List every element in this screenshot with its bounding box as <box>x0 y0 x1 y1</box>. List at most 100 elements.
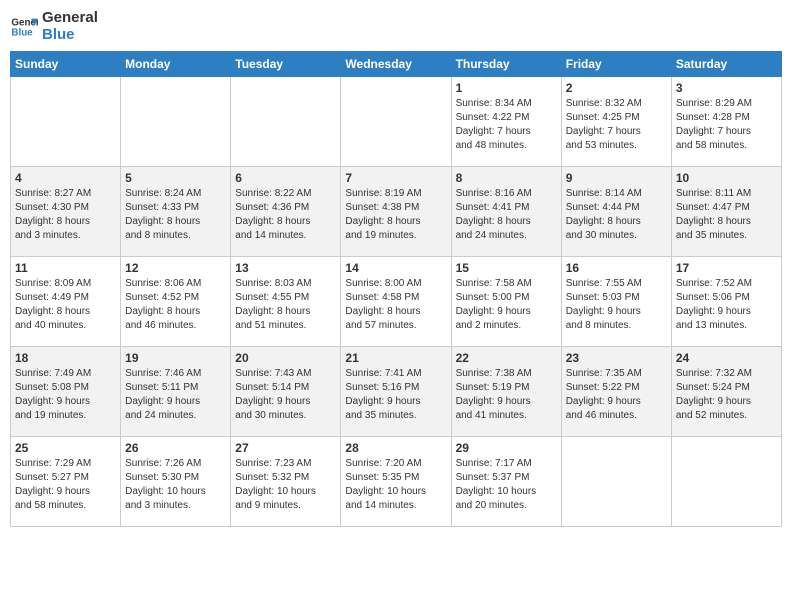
day-info: Sunrise: 8:09 AM Sunset: 4:49 PM Dayligh… <box>15 277 116 333</box>
day-info: Sunrise: 8:27 AM Sunset: 4:30 PM Dayligh… <box>15 187 116 243</box>
week-row-2: 11 Sunrise: 8:09 AM Sunset: 4:49 PM Dayli… <box>11 257 782 347</box>
day-number: 16 <box>566 261 667 275</box>
day-info: Sunrise: 7:26 AM Sunset: 5:30 PM Dayligh… <box>125 457 226 513</box>
logo-icon: General Blue <box>10 13 38 41</box>
calendar-cell: 10Sunrise: 8:11 AM Sunset: 4:47 PM Dayli… <box>671 167 781 257</box>
calendar-cell <box>231 77 341 167</box>
calendar-cell: 19 Sunrise: 7:46 AM Sunset: 5:11 PM Dayli… <box>121 347 231 437</box>
calendar-cell: 22Sunrise: 7:38 AM Sunset: 5:19 PM Dayli… <box>451 347 561 437</box>
day-info: Sunrise: 8:14 AM Sunset: 4:44 PM Dayligh… <box>566 187 667 243</box>
day-number: 22 <box>456 351 557 365</box>
calendar-cell: 13Sunrise: 8:03 AM Sunset: 4:55 PM Dayli… <box>231 257 341 347</box>
calendar-cell: 25 Sunrise: 7:29 AM Sunset: 5:27 PM Dayli… <box>11 437 121 527</box>
calendar-cell: 17 Sunrise: 7:52 AM Sunset: 5:06 PM Dayli… <box>671 257 781 347</box>
header-day-tuesday: Tuesday <box>231 52 341 77</box>
calendar-cell: 21 Sunrise: 7:41 AM Sunset: 5:16 PM Dayli… <box>341 347 451 437</box>
header-day-wednesday: Wednesday <box>341 52 451 77</box>
logo: General Blue General Blue <box>10 10 98 43</box>
day-info: Sunrise: 8:16 AM Sunset: 4:41 PM Dayligh… <box>456 187 557 243</box>
day-number: 18 <box>15 351 116 365</box>
calendar-cell: 1 Sunrise: 8:34 AM Sunset: 4:22 PM Daylig… <box>451 77 561 167</box>
calendar-cell: 4 Sunrise: 8:27 AM Sunset: 4:30 PM Daylig… <box>11 167 121 257</box>
day-number: 23 <box>566 351 667 365</box>
calendar-cell: 27Sunrise: 7:23 AM Sunset: 5:32 PM Dayli… <box>231 437 341 527</box>
calendar-cell: 14 Sunrise: 8:00 AM Sunset: 4:58 PM Dayli… <box>341 257 451 347</box>
calendar-cell: 5Sunrise: 8:24 AM Sunset: 4:33 PM Daylig… <box>121 167 231 257</box>
day-number: 11 <box>15 261 116 275</box>
day-info: Sunrise: 7:55 AM Sunset: 5:03 PM Dayligh… <box>566 277 667 333</box>
calendar-cell: 24 Sunrise: 7:32 AM Sunset: 5:24 PM Dayli… <box>671 347 781 437</box>
calendar-cell: 16 Sunrise: 7:55 AM Sunset: 5:03 PM Dayli… <box>561 257 671 347</box>
day-number: 6 <box>235 171 336 185</box>
calendar-header: SundayMondayTuesdayWednesdayThursdayFrid… <box>11 52 782 77</box>
header-day-friday: Friday <box>561 52 671 77</box>
day-info: Sunrise: 8:06 AM Sunset: 4:52 PM Dayligh… <box>125 277 226 333</box>
day-info: Sunrise: 7:46 AM Sunset: 5:11 PM Dayligh… <box>125 367 226 423</box>
day-info: Sunrise: 7:20 AM Sunset: 5:35 PM Dayligh… <box>345 457 446 513</box>
week-row-3: 18 Sunrise: 7:49 AM Sunset: 5:08 PM Dayli… <box>11 347 782 437</box>
svg-text:Blue: Blue <box>11 27 33 38</box>
day-number: 1 <box>456 81 557 95</box>
header-day-saturday: Saturday <box>671 52 781 77</box>
day-number: 4 <box>15 171 116 185</box>
calendar-cell: 26 Sunrise: 7:26 AM Sunset: 5:30 PM Dayli… <box>121 437 231 527</box>
day-info: Sunrise: 8:34 AM Sunset: 4:22 PM Dayligh… <box>456 97 557 153</box>
calendar-cell <box>121 77 231 167</box>
calendar-cell: 23 Sunrise: 7:35 AM Sunset: 5:22 PM Dayli… <box>561 347 671 437</box>
day-info: Sunrise: 8:22 AM Sunset: 4:36 PM Dayligh… <box>235 187 336 243</box>
day-number: 24 <box>676 351 777 365</box>
calendar-cell: 18 Sunrise: 7:49 AM Sunset: 5:08 PM Dayli… <box>11 347 121 437</box>
day-number: 29 <box>456 441 557 455</box>
header: General Blue General Blue <box>10 10 782 43</box>
day-number: 7 <box>345 171 446 185</box>
calendar-table: SundayMondayTuesdayWednesdayThursdayFrid… <box>10 51 782 527</box>
day-info: Sunrise: 7:35 AM Sunset: 5:22 PM Dayligh… <box>566 367 667 423</box>
day-info: Sunrise: 7:52 AM Sunset: 5:06 PM Dayligh… <box>676 277 777 333</box>
day-info: Sunrise: 7:17 AM Sunset: 5:37 PM Dayligh… <box>456 457 557 513</box>
calendar-cell <box>561 437 671 527</box>
day-info: Sunrise: 8:19 AM Sunset: 4:38 PM Dayligh… <box>345 187 446 243</box>
day-number: 12 <box>125 261 226 275</box>
header-day-thursday: Thursday <box>451 52 561 77</box>
calendar-cell: 12 Sunrise: 8:06 AM Sunset: 4:52 PM Dayli… <box>121 257 231 347</box>
day-number: 19 <box>125 351 226 365</box>
day-number: 25 <box>15 441 116 455</box>
day-info: Sunrise: 7:32 AM Sunset: 5:24 PM Dayligh… <box>676 367 777 423</box>
day-number: 27 <box>235 441 336 455</box>
day-info: Sunrise: 8:24 AM Sunset: 4:33 PM Dayligh… <box>125 187 226 243</box>
calendar-cell: 11 Sunrise: 8:09 AM Sunset: 4:49 PM Dayli… <box>11 257 121 347</box>
calendar-cell: 8Sunrise: 8:16 AM Sunset: 4:41 PM Daylig… <box>451 167 561 257</box>
week-row-4: 25 Sunrise: 7:29 AM Sunset: 5:27 PM Dayli… <box>11 437 782 527</box>
day-info: Sunrise: 7:49 AM Sunset: 5:08 PM Dayligh… <box>15 367 116 423</box>
day-info: Sunrise: 8:03 AM Sunset: 4:55 PM Dayligh… <box>235 277 336 333</box>
day-number: 17 <box>676 261 777 275</box>
calendar-cell: 29 Sunrise: 7:17 AM Sunset: 5:37 PM Dayli… <box>451 437 561 527</box>
calendar-cell: 15Sunrise: 7:58 AM Sunset: 5:00 PM Dayli… <box>451 257 561 347</box>
day-number: 14 <box>345 261 446 275</box>
day-info: Sunrise: 7:29 AM Sunset: 5:27 PM Dayligh… <box>15 457 116 513</box>
calendar-cell: 3 Sunrise: 8:29 AM Sunset: 4:28 PM Daylig… <box>671 77 781 167</box>
calendar-cell: 9 Sunrise: 8:14 AM Sunset: 4:44 PM Daylig… <box>561 167 671 257</box>
header-row: SundayMondayTuesdayWednesdayThursdayFrid… <box>11 52 782 77</box>
calendar-cell <box>11 77 121 167</box>
calendar-cell: 28 Sunrise: 7:20 AM Sunset: 5:35 PM Dayli… <box>341 437 451 527</box>
day-number: 21 <box>345 351 446 365</box>
day-info: Sunrise: 7:58 AM Sunset: 5:00 PM Dayligh… <box>456 277 557 333</box>
calendar-cell <box>671 437 781 527</box>
calendar-cell <box>341 77 451 167</box>
day-number: 9 <box>566 171 667 185</box>
day-info: Sunrise: 7:43 AM Sunset: 5:14 PM Dayligh… <box>235 367 336 423</box>
day-number: 10 <box>676 171 777 185</box>
day-info: Sunrise: 7:41 AM Sunset: 5:16 PM Dayligh… <box>345 367 446 423</box>
day-info: Sunrise: 8:29 AM Sunset: 4:28 PM Dayligh… <box>676 97 777 153</box>
day-number: 20 <box>235 351 336 365</box>
week-row-0: 1 Sunrise: 8:34 AM Sunset: 4:22 PM Daylig… <box>11 77 782 167</box>
calendar-cell: 6 Sunrise: 8:22 AM Sunset: 4:36 PM Daylig… <box>231 167 341 257</box>
day-info: Sunrise: 8:00 AM Sunset: 4:58 PM Dayligh… <box>345 277 446 333</box>
day-number: 26 <box>125 441 226 455</box>
day-number: 2 <box>566 81 667 95</box>
calendar-body: 1 Sunrise: 8:34 AM Sunset: 4:22 PM Daylig… <box>11 77 782 527</box>
day-number: 3 <box>676 81 777 95</box>
header-day-sunday: Sunday <box>11 52 121 77</box>
day-number: 28 <box>345 441 446 455</box>
